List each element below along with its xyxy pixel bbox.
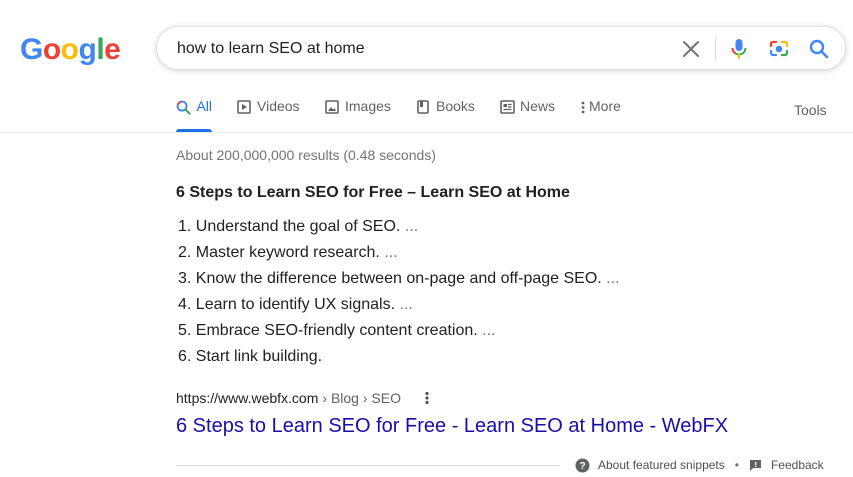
search-input[interactable]	[177, 37, 657, 61]
result-options-icon[interactable]	[420, 389, 434, 407]
feedback-icon	[749, 459, 762, 472]
image-icon	[324, 99, 340, 115]
result-citation[interactable]: https://www.webfx.com › Blog › SEO	[176, 390, 401, 406]
results-count: About 200,000,000 results (0.48 seconds)	[176, 147, 436, 163]
tab-videos[interactable]: Videos	[236, 98, 300, 132]
featured-snippet-list: 1. Understand the goal of SEO. ... 2. Ma…	[178, 217, 620, 373]
tools-button[interactable]: Tools	[794, 102, 827, 118]
play-icon	[236, 99, 252, 115]
snippet-footer: ? About featured snippets • Feedback	[575, 457, 824, 473]
list-item: 1. Understand the goal of SEO. ...	[178, 217, 620, 243]
list-item: 4. Learn to identify UX signals. ...	[178, 295, 620, 321]
list-number: 5.	[178, 322, 192, 339]
list-number: 1.	[178, 218, 192, 235]
list-ellipsis: ...	[384, 244, 398, 261]
snippet-footer-divider	[176, 465, 560, 466]
tab-news[interactable]: News	[499, 98, 555, 132]
list-text: Start link building.	[195, 348, 323, 365]
list-ellipsis: ...	[399, 296, 413, 313]
logo-letter: o	[60, 33, 79, 66]
result-breadcrumb: › Blog › SEO	[322, 390, 401, 406]
tab-label: Books	[436, 98, 475, 114]
list-ellipsis: ...	[404, 218, 419, 235]
logo-letter: e	[104, 33, 121, 66]
search-box	[156, 26, 846, 70]
list-text: Understand the goal of SEO.	[195, 218, 401, 235]
logo-letter: G	[20, 33, 43, 66]
result-title-link[interactable]: 6 Steps to Learn SEO for Free - Learn SE…	[176, 415, 728, 438]
list-item: 5. Embrace SEO-friendly content creation…	[178, 321, 620, 347]
footer-separator: •	[734, 458, 739, 472]
tab-label: News	[520, 98, 556, 114]
about-label: About featured snippets	[598, 458, 725, 472]
tab-label: Images	[345, 98, 391, 114]
list-number: 4.	[178, 296, 192, 313]
news-icon	[499, 99, 515, 115]
list-item: 6. Start link building.	[178, 347, 620, 373]
logo-letter: o	[42, 33, 61, 66]
list-text: Know the difference between on-page and …	[195, 270, 602, 287]
list-text: Master keyword research.	[195, 244, 380, 261]
logo-letter: g	[78, 33, 97, 66]
list-item: 2. Master keyword research. ...	[178, 243, 620, 269]
search-divider	[715, 37, 716, 61]
tabs-divider	[0, 132, 853, 133]
microphone-icon[interactable]	[728, 38, 750, 60]
tab-label: All	[196, 98, 212, 114]
book-icon	[415, 99, 431, 115]
list-text: Embrace SEO-friendly content creation.	[195, 322, 478, 339]
featured-snippet-title: 6 Steps to Learn SEO for Free – Learn SE…	[176, 184, 570, 201]
result-domain: https://www.webfx.com	[176, 390, 319, 406]
svg-text:?: ?	[579, 461, 585, 472]
list-item: 3. Know the difference between on-page a…	[178, 269, 620, 295]
list-number: 3.	[178, 270, 192, 287]
tab-more[interactable]: More	[579, 98, 621, 132]
tab-label: More	[589, 98, 621, 114]
help-icon: ?	[575, 458, 590, 473]
more-vert-icon	[579, 99, 587, 115]
feedback-label: Feedback	[770, 458, 824, 472]
tab-images[interactable]: Images	[324, 98, 391, 132]
tab-books[interactable]: Books	[415, 98, 475, 132]
search-icon[interactable]	[808, 38, 830, 60]
tab-label: Videos	[257, 98, 300, 114]
list-ellipsis: ...	[482, 322, 496, 339]
about-featured-snippets-link[interactable]: ? About featured snippets	[575, 458, 725, 473]
google-logo[interactable]: Google	[20, 33, 121, 67]
list-number: 2.	[178, 244, 192, 261]
list-ellipsis: ...	[606, 270, 620, 287]
camera-lens-icon[interactable]	[768, 38, 790, 60]
clear-icon[interactable]	[680, 38, 702, 60]
list-text: Learn to identify UX signals.	[195, 296, 396, 313]
list-number: 6.	[178, 348, 192, 365]
feedback-link[interactable]: Feedback	[749, 458, 824, 472]
tab-all[interactable]: All	[176, 98, 212, 132]
logo-letter: l	[96, 33, 105, 66]
search-icon	[176, 99, 191, 115]
